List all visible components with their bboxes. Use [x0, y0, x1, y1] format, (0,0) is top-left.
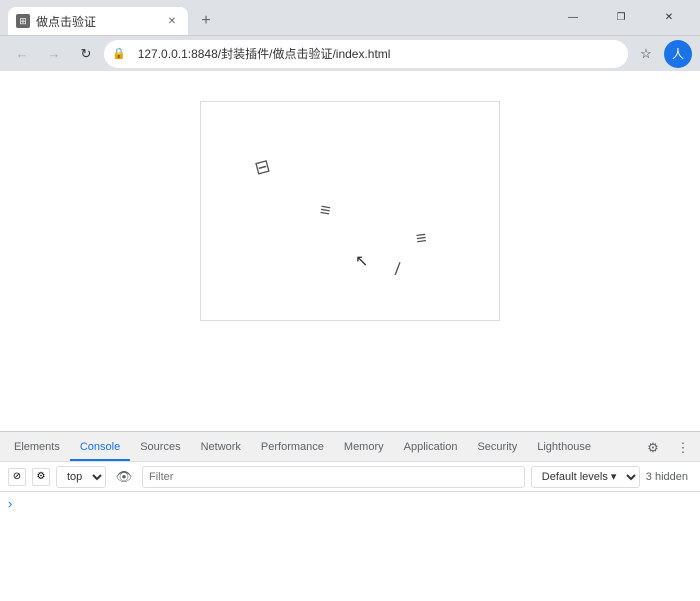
reload-button[interactable]: ↻ [72, 40, 100, 68]
console-toolbar: ⊘ ⚙ top 👁 Default levels ▾ 3 hidden [0, 462, 700, 492]
tab-elements[interactable]: Elements [4, 435, 70, 461]
filter-input[interactable] [142, 466, 525, 488]
new-tab-button[interactable]: + [192, 7, 220, 35]
more-icon[interactable]: ⋮ [670, 435, 696, 461]
tab-close-button[interactable]: ✕ [164, 13, 180, 29]
address-container[interactable]: 🔒 127.0.0.1:8848/封装插件/做点击验证/index.html [104, 40, 628, 68]
context-selector[interactable]: top [56, 466, 106, 488]
level-selector[interactable]: Default levels ▾ [531, 466, 640, 488]
url-display: 127.0.0.1:8848/封装插件/做点击验证/index.html [130, 40, 624, 68]
maximize-button[interactable]: ❐ [598, 0, 644, 35]
close-button[interactable]: ✕ [646, 0, 692, 35]
demo-icon-0: ⊟ [252, 155, 272, 179]
prompt-arrow-icon: › [8, 496, 12, 511]
forward-button[interactable]: → [40, 40, 68, 68]
eye-icon[interactable]: 👁 [112, 465, 136, 489]
active-tab[interactable]: ⊞ 做点击验证 ✕ [8, 7, 188, 35]
tab-console[interactable]: Console [70, 435, 130, 461]
profile-button[interactable]: 人 [664, 40, 692, 68]
minimize-button[interactable]: — [550, 0, 596, 35]
devtools-tab-bar: Elements Console Sources Network Perform… [0, 432, 700, 462]
demo-icon-3: / [394, 259, 401, 280]
settings-icon[interactable]: ⚙ [640, 435, 666, 461]
clear-console-button[interactable]: ⊘ [8, 468, 26, 486]
demo-icon-1: ≡ [318, 199, 332, 222]
tab-application[interactable]: Application [394, 435, 468, 461]
console-settings-button[interactable]: ⚙ [32, 468, 50, 486]
window-controls: — ❐ ✕ [550, 0, 692, 35]
chrome-window: ⊞ 做点击验证 ✕ + — ❐ ✕ ← → ↻ 🔒 127.0.0.1:8848… [0, 0, 700, 601]
demo-box: ⊟ ≡ ≡ / [200, 101, 500, 321]
tab-favicon: ⊞ [16, 14, 30, 28]
tab-security[interactable]: Security [467, 435, 527, 461]
console-prompt: › [8, 496, 692, 511]
lock-icon: 🔒 [112, 47, 126, 60]
tab-title: 做点击验证 [36, 13, 158, 30]
console-content: › [0, 492, 700, 601]
tab-area: ⊞ 做点击验证 ✕ + [8, 0, 542, 35]
back-button[interactable]: ← [8, 40, 36, 68]
devtools-panel: Elements Console Sources Network Perform… [0, 431, 700, 601]
title-bar: ⊞ 做点击验证 ✕ + — ❐ ✕ [0, 0, 700, 35]
address-bar: ← → ↻ 🔒 127.0.0.1:8848/封装插件/做点击验证/index.… [0, 35, 700, 71]
tab-sources[interactable]: Sources [130, 435, 190, 461]
tab-performance[interactable]: Performance [251, 435, 334, 461]
hidden-count: 3 hidden [646, 471, 692, 483]
demo-icon-2: ≡ [414, 228, 427, 250]
tab-memory[interactable]: Memory [334, 435, 394, 461]
page-content: ⊟≡≡/ ↖ [0, 71, 700, 431]
tab-network[interactable]: Network [191, 435, 251, 461]
devtools-tools: ⚙ ⋮ [640, 435, 696, 461]
bookmark-button[interactable]: ☆ [632, 40, 660, 68]
tab-lighthouse[interactable]: Lighthouse [527, 435, 601, 461]
